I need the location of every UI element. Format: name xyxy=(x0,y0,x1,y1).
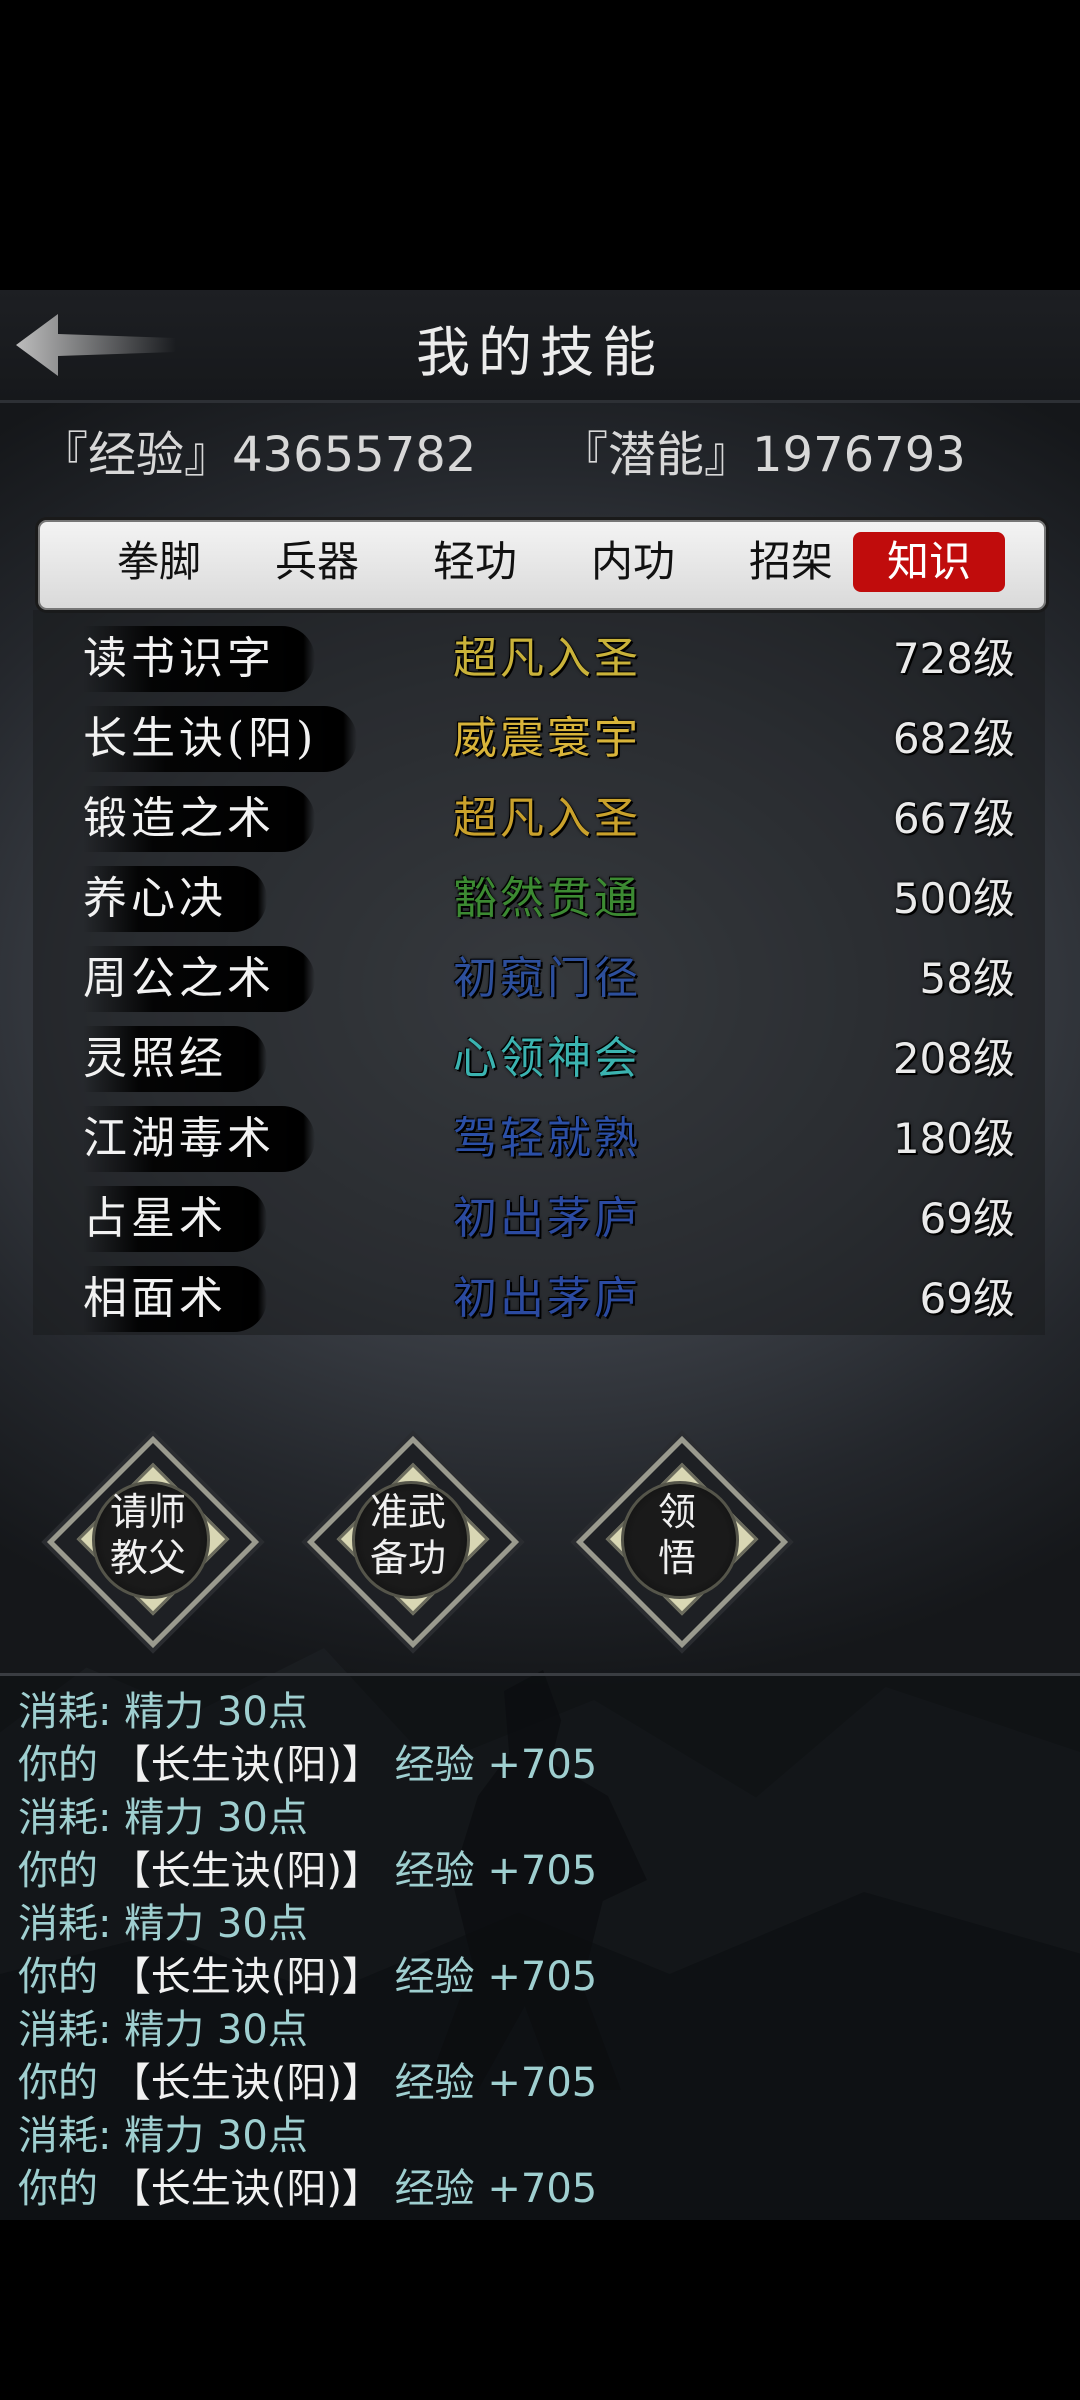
skill-name: 相面术 xyxy=(83,1266,267,1332)
log-detail: 经验 +705 xyxy=(381,2166,598,2212)
header-bar: 我的技能 xyxy=(0,290,1080,403)
log-line: 消耗: 精力 30点 xyxy=(18,1898,308,1951)
skill-rank: 威震寰宇 xyxy=(453,713,641,764)
log-skill: 【长生诀(阳)】 xyxy=(110,1954,382,2000)
skill-name: 养心决 xyxy=(83,866,267,932)
action-label-line1: 领 xyxy=(657,1490,696,1534)
log-detail: 经验 +705 xyxy=(381,1848,598,1894)
log-detail: 精力 30点 xyxy=(124,2007,308,2053)
skill-name: 周公之术 xyxy=(83,946,315,1012)
skill-rank: 超凡入圣 xyxy=(453,793,641,844)
log-detail: 经验 +705 xyxy=(381,1742,598,1788)
skill-row[interactable]: 相面术 初出茅庐 69级 xyxy=(33,1260,1045,1340)
skill-row[interactable]: 长生诀(阳) 威震寰宇 682级 xyxy=(33,700,1045,780)
skill-row[interactable]: 周公之术 初窥门径 58级 xyxy=(33,940,1045,1020)
log-prefix: 消耗: xyxy=(18,1901,125,1947)
stats-bar: 『经验』43655782 『潜能』1976793 xyxy=(40,415,1040,485)
comprehend-button[interactable]: 领悟 xyxy=(575,1435,789,1649)
tab-1[interactable]: 拳脚 xyxy=(83,532,235,592)
log-prefix: 消耗: xyxy=(18,1689,125,1735)
log-detail: 精力 30点 xyxy=(124,1689,308,1735)
skill-list: 读书识字 超凡入圣 728级 长生诀(阳) 威震寰宇 682级 锻造之术 超凡入圣 667级 养心… xyxy=(33,610,1045,1335)
skill-name: 长生诀(阳) xyxy=(83,706,358,772)
skill-level: 58级 xyxy=(919,954,1015,1003)
skill-rank: 初出茅庐 xyxy=(453,1273,641,1324)
skill-rank: 初出茅庐 xyxy=(453,1193,641,1244)
skill-rank: 心领神会 xyxy=(453,1033,641,1084)
skill-level: 667级 xyxy=(892,794,1015,843)
log-prefix: 你的 xyxy=(18,1848,111,1894)
log-detail: 精力 30点 xyxy=(124,1795,308,1841)
log-detail: 经验 +705 xyxy=(381,2060,598,2106)
potential-value: 『潜能』1976793 xyxy=(560,427,966,483)
action-label: 准武 备功 xyxy=(308,1489,508,1581)
skill-name: 灵照经 xyxy=(83,1026,267,1092)
skill-name: 占星术 xyxy=(83,1186,267,1252)
skill-row[interactable]: 江湖毒术 驾轻就熟 180级 xyxy=(33,1100,1045,1180)
action-label-line2: 备功 xyxy=(369,1536,446,1580)
log-detail: 精力 30点 xyxy=(124,1901,308,1947)
skill-row[interactable]: 养心决 豁然贯通 500级 xyxy=(33,860,1045,940)
skill-rank: 初窥门径 xyxy=(453,953,641,1004)
log-line: 你的 【长生诀(阳)】 经验 +705 xyxy=(18,1951,597,2004)
log-detail: 经验 +705 xyxy=(381,1954,598,2000)
skill-rank: 豁然贯通 xyxy=(453,873,641,924)
tab-6[interactable]: 知识 xyxy=(853,532,1005,592)
page-title: 我的技能 xyxy=(416,321,664,384)
log-line: 你的 【长生诀(阳)】 经验 +705 xyxy=(18,2163,597,2216)
log-skill: 【长生诀(阳)】 xyxy=(110,2166,382,2212)
skill-row[interactable]: 灵照经 心领神会 208级 xyxy=(33,1020,1045,1100)
action-label: 领悟 xyxy=(577,1489,777,1581)
prepare-martial-button[interactable]: 准武 备功 xyxy=(306,1435,520,1649)
log-line: 消耗: 精力 30点 xyxy=(18,1792,308,1845)
skill-category-tabs: 拳脚 兵器 轻功 内功 招架 知识 xyxy=(35,517,1049,613)
tab-5[interactable]: 招架 xyxy=(715,532,867,592)
skill-row[interactable]: 占星术 初出茅庐 69级 xyxy=(33,1180,1045,1260)
skill-name: 读书识字 xyxy=(83,626,315,692)
skill-level: 180级 xyxy=(892,1114,1015,1163)
game-screen: 我的技能 『经验』43655782 『潜能』1976793 拳脚 兵器 轻功 内功 招架… xyxy=(0,290,1080,2220)
tab-2[interactable]: 兵器 xyxy=(241,532,393,592)
log-line: 你的 【长生诀(阳)】 经验 +705 xyxy=(18,1739,597,1792)
skill-row[interactable]: 读书识字 超凡入圣 728级 xyxy=(33,620,1045,700)
log-prefix: 你的 xyxy=(18,2060,111,2106)
message-log: 消耗: 精力 30点 你的 【长生诀(阳)】 经验 +705 消耗: 精力 30点你… xyxy=(0,1673,1080,2220)
log-prefix: 你的 xyxy=(18,1742,111,1788)
log-prefix: 消耗: xyxy=(18,2113,125,2159)
skill-rank: 超凡入圣 xyxy=(453,633,641,684)
action-label-line1: 请师 xyxy=(109,1490,186,1534)
log-line: 消耗: 精力 30点 xyxy=(18,2004,308,2057)
log-line: 你的 【长生诀(阳)】 经验 +705 xyxy=(18,2057,597,2110)
skill-level: 69级 xyxy=(919,1194,1015,1243)
log-skill: 【长生诀(阳)】 xyxy=(110,1742,382,1788)
skill-level: 69级 xyxy=(919,1274,1015,1323)
ask-master-button[interactable]: 请师 教父 xyxy=(46,1435,260,1649)
log-prefix: 你的 xyxy=(18,1954,111,2000)
skill-level: 500级 xyxy=(892,874,1015,923)
skill-rank: 驾轻就熟 xyxy=(453,1113,641,1164)
tab-4[interactable]: 内功 xyxy=(557,532,709,592)
skill-level: 682级 xyxy=(892,714,1015,763)
log-prefix: 消耗: xyxy=(18,2007,125,2053)
skill-level: 728级 xyxy=(892,634,1015,683)
experience-value: 『经验』43655782 xyxy=(40,427,477,483)
log-line: 消耗: 精力 30点 xyxy=(18,1686,308,1739)
skill-level: 208级 xyxy=(892,1034,1015,1083)
log-line: 消耗: 精力 30点 xyxy=(18,2110,308,2163)
skill-row[interactable]: 锻造之术 超凡入圣 667级 xyxy=(33,780,1045,860)
log-line: 你的 【长生诀(阳)】 经验 +705 xyxy=(18,1845,597,1898)
action-label-line2: 悟 xyxy=(657,1536,696,1580)
tab-3[interactable]: 轻功 xyxy=(399,532,551,592)
action-label-line2: 教父 xyxy=(109,1536,186,1580)
log-skill: 【长生诀(阳)】 xyxy=(110,2060,382,2106)
log-detail: 精力 30点 xyxy=(124,2113,308,2159)
skill-name: 江湖毒术 xyxy=(83,1106,315,1172)
skill-name: 锻造之术 xyxy=(83,786,315,852)
log-prefix: 消耗: xyxy=(18,1795,125,1841)
action-label-line1: 准武 xyxy=(369,1490,446,1534)
log-skill: 【长生诀(阳)】 xyxy=(110,1848,382,1894)
action-label: 请师 教父 xyxy=(48,1489,248,1581)
log-prefix: 你的 xyxy=(18,2166,111,2212)
